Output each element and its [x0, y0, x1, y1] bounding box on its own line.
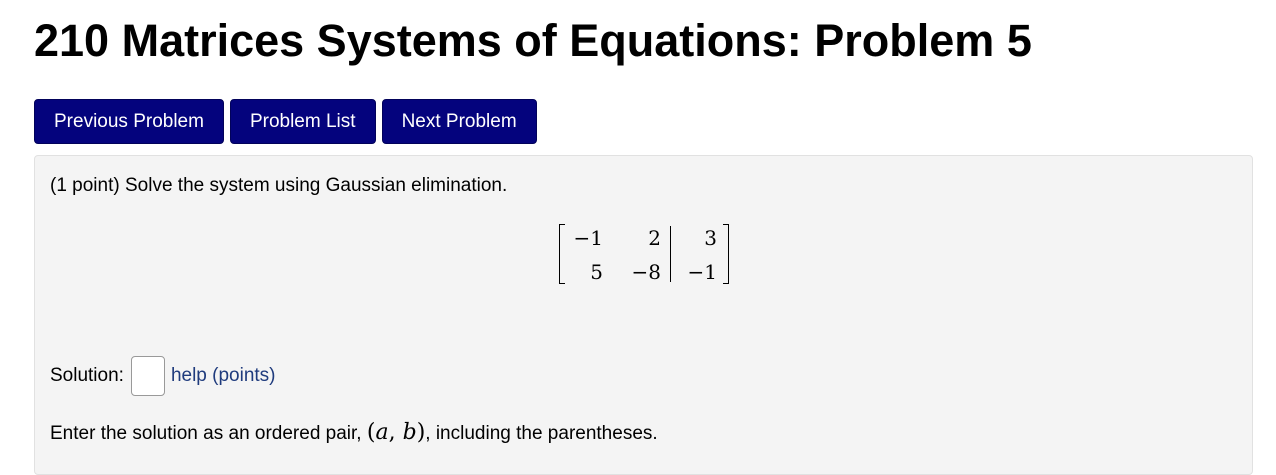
matrix-cell-r2-c3: −1 — [687, 260, 717, 284]
ordered-pair-math: (a, b) — [367, 420, 425, 445]
matrix-cell-r1-c3: 3 — [704, 226, 717, 250]
matrix-cell-r2-c1: 5 — [590, 260, 603, 284]
solution-row: Solution: help (points) — [50, 356, 276, 396]
close-paren: ) — [416, 420, 426, 445]
matrix-cell-r2-c2: −8 — [631, 260, 661, 284]
answer-instructions: Enter the solution as an ordered pair, (… — [50, 420, 658, 445]
math-comma: , — [388, 420, 403, 445]
augment-divider — [670, 226, 671, 282]
problem-panel: (1 point) Solve the system using Gaussia… — [34, 155, 1253, 475]
matrix-right-bracket — [723, 224, 729, 284]
instructions-text-after: , including the parentheses. — [425, 423, 658, 444]
math-var-a: a — [375, 420, 389, 445]
next-problem-button[interactable]: Next Problem — [381, 99, 537, 144]
matrix-cell-r1-c2: 2 — [648, 226, 661, 250]
math-var-b: b — [402, 420, 417, 445]
page-title: 210 Matrices Systems of Equations: Probl… — [34, 15, 1032, 66]
problem-navigation: Previous Problem Problem List Next Probl… — [34, 99, 537, 144]
problem-list-button[interactable]: Problem List — [229, 99, 376, 144]
solution-label: Solution: — [50, 365, 124, 386]
augmented-matrix: −1 2 3 5 −8 −1 — [559, 222, 729, 286]
instructions-text-before: Enter the solution as an ordered pair, — [50, 423, 367, 444]
help-points-link[interactable]: help (points) — [171, 365, 276, 387]
problem-statement: (1 point) Solve the system using Gaussia… — [50, 175, 508, 196]
matrix-cell-r1-c1: −1 — [573, 226, 603, 250]
solution-input[interactable] — [130, 356, 165, 396]
previous-problem-button[interactable]: Previous Problem — [34, 99, 224, 144]
